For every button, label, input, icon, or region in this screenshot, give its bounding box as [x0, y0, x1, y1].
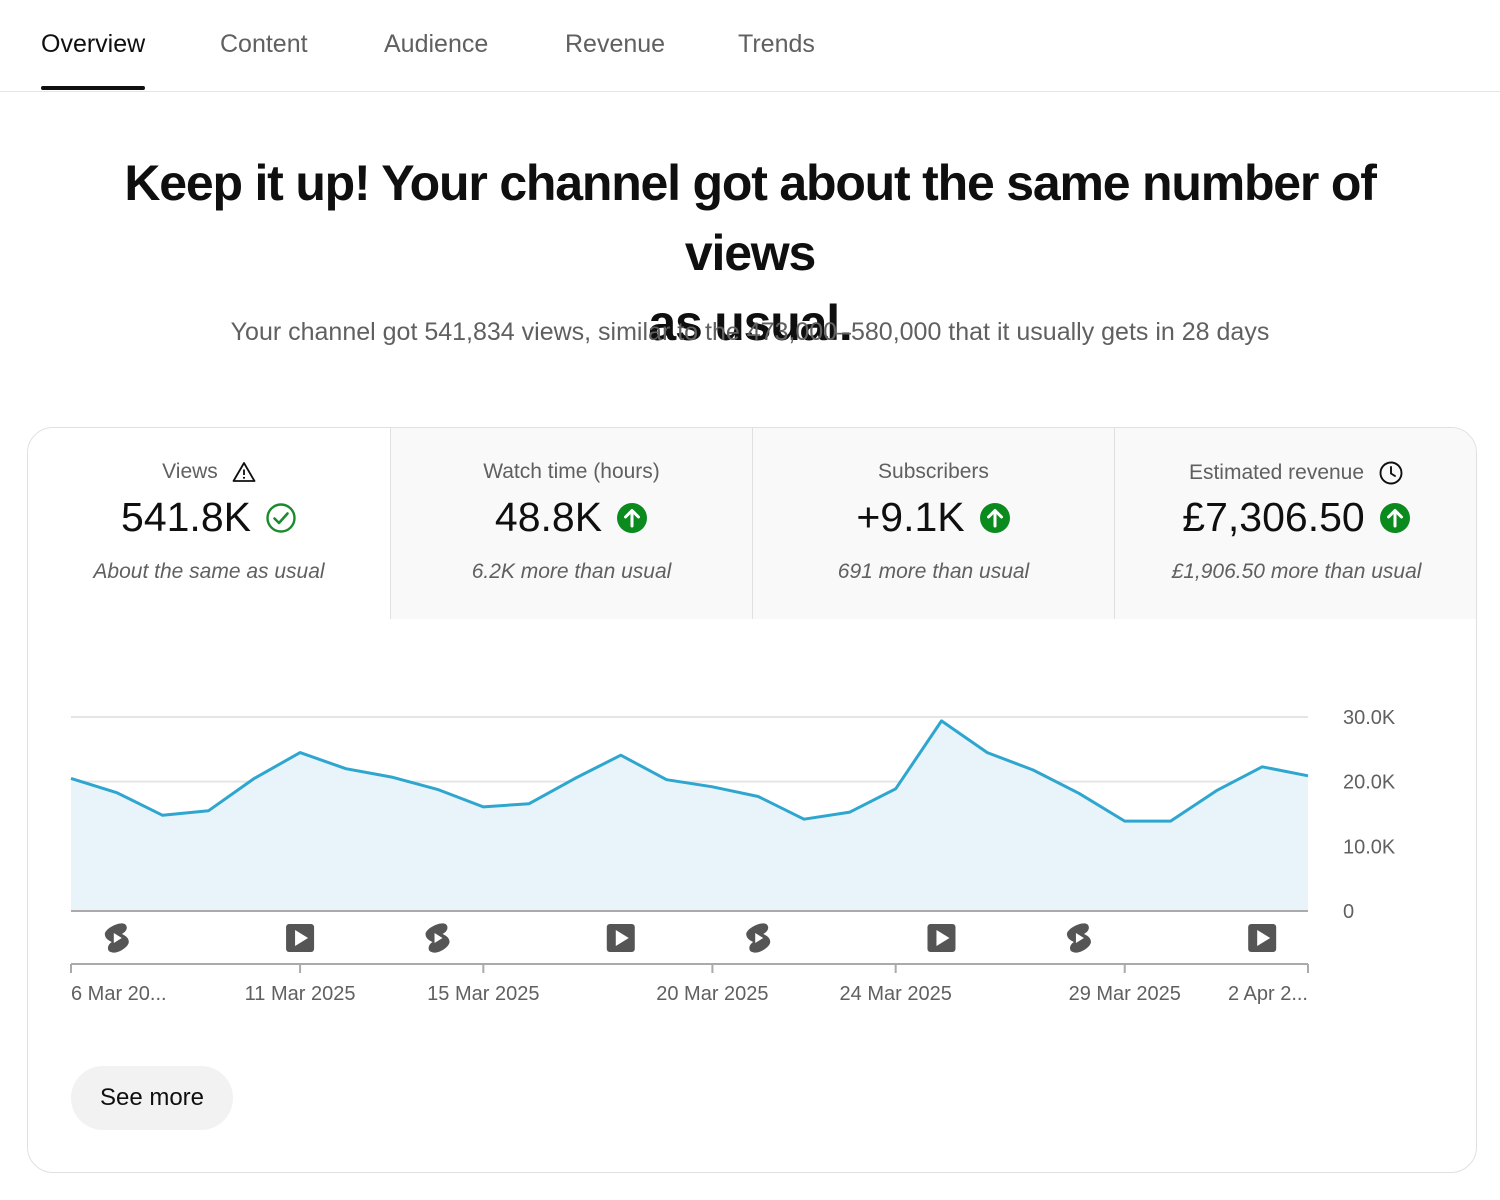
tab-overview[interactable]: Overview — [41, 30, 146, 90]
x-tick-label: 24 Mar 2025 — [840, 983, 952, 1005]
x-tick-label: 29 Mar 2025 — [1069, 983, 1181, 1005]
video-upload-icon[interactable] — [606, 924, 635, 952]
headline-subtext: Your channel got 541,834 views, similar … — [230, 318, 1270, 346]
tab-audience[interactable]: Audience — [384, 30, 488, 90]
shorts-upload-icon[interactable] — [425, 923, 450, 953]
y-tick-label: 30.0K — [1343, 707, 1396, 729]
overview-card: Views 541.8K About the same as usual Wat… — [27, 427, 1477, 1173]
y-tick-label: 0 — [1343, 901, 1354, 923]
analytics-tabs: Overview Content Audience Revenue Trends — [0, 0, 1500, 92]
tab-content[interactable]: Content — [220, 30, 308, 90]
x-tick-label: 15 Mar 2025 — [427, 983, 539, 1005]
headline-line-1: Keep it up! Your channel got about the s… — [124, 155, 1377, 281]
shorts-upload-icon[interactable] — [746, 923, 771, 953]
x-tick-label: 6 Mar 20... — [71, 983, 167, 1005]
x-tick-label: 11 Mar 2025 — [245, 983, 356, 1005]
see-more-button[interactable]: See more — [71, 1066, 233, 1130]
area-fill — [71, 720, 1308, 911]
video-upload-icon[interactable] — [927, 924, 956, 952]
y-tick-label: 20.0K — [1343, 772, 1396, 794]
tab-revenue[interactable]: Revenue — [565, 30, 665, 90]
video-upload-icon[interactable] — [1248, 924, 1277, 952]
views-chart[interactable]: 30.0K 20.0K 10.0K 0 6 Mar 20... 11 Mar 2025 15… — [28, 428, 1477, 1058]
y-tick-label: 10.0K — [1343, 836, 1396, 858]
x-tick-label: 20 Mar 2025 — [656, 983, 768, 1005]
x-tick-label: 2 Apr 2... — [1228, 983, 1308, 1005]
shorts-upload-icon[interactable] — [1066, 923, 1091, 953]
video-upload-icon[interactable] — [286, 924, 315, 952]
tab-trends[interactable]: Trends — [738, 30, 815, 90]
shorts-upload-icon[interactable] — [104, 923, 129, 953]
